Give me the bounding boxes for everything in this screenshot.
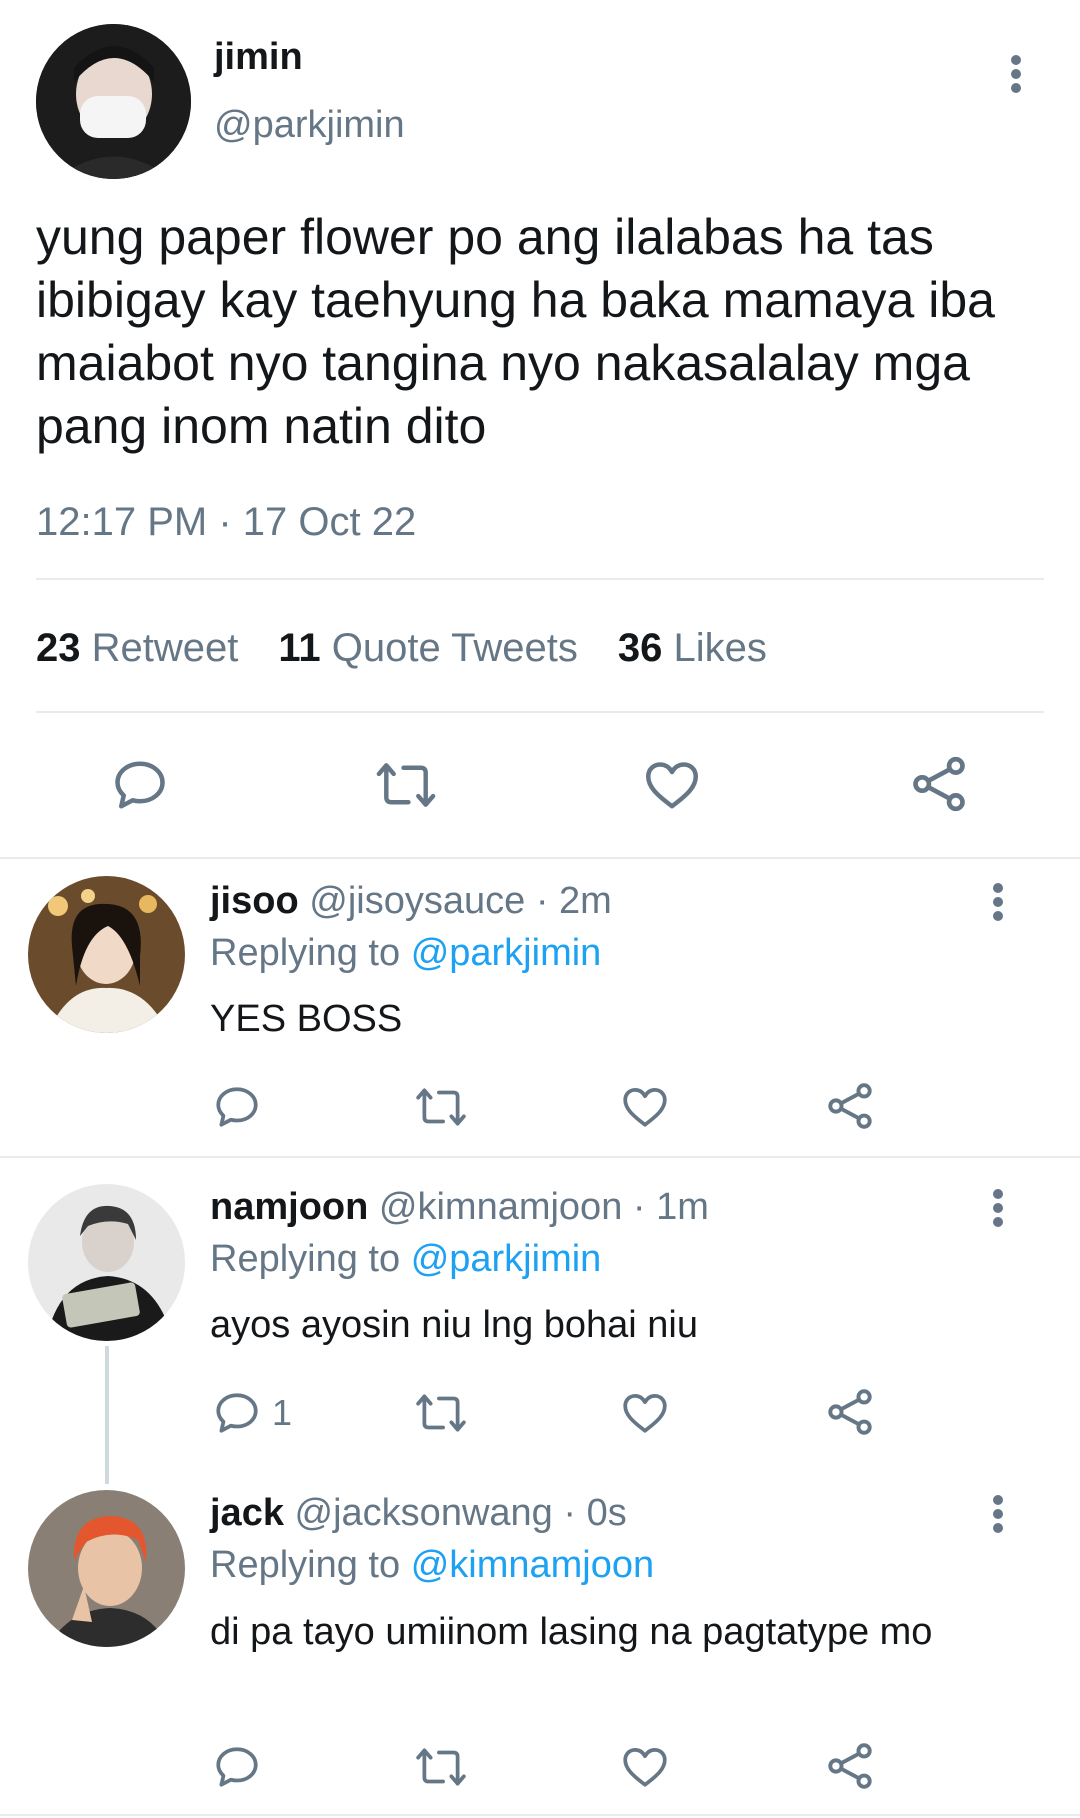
reply-text: di pa tayo umiinom lasing na pagtatype m… <box>210 1611 933 1653</box>
replying-to: Replying to @kimnamjoon <box>210 1544 654 1587</box>
retweet-stat[interactable]: 23 Retweet <box>36 626 238 671</box>
likes-label: Likes <box>673 626 767 670</box>
reply-icon[interactable] <box>212 1742 272 1792</box>
reply-time: · 0s <box>563 1492 627 1534</box>
replying-to-handle[interactable]: @kimnamjoon <box>411 1544 654 1586</box>
retweet-icon[interactable] <box>374 755 438 815</box>
likes-stat[interactable]: 36 Likes <box>618 626 767 671</box>
replying-to-handle[interactable]: @parkjimin <box>411 1238 602 1280</box>
retweet-icon[interactable] <box>414 1082 468 1132</box>
like-icon[interactable] <box>642 755 702 815</box>
share-icon[interactable] <box>908 753 970 815</box>
tweet-stats: 23 Retweet 11 Quote Tweets 36 Likes <box>36 626 767 671</box>
like-icon[interactable] <box>620 1742 670 1792</box>
quote-stat[interactable]: 11 Quote Tweets <box>278 626 578 671</box>
reply-author-name[interactable]: jisoo <box>210 880 299 922</box>
replying-to-label: Replying to <box>210 932 401 974</box>
quote-label: Quote Tweets <box>331 626 578 670</box>
divider <box>0 1814 1080 1816</box>
tweet-timestamp[interactable]: 12:17 PM · 17 Oct 22 <box>36 500 416 545</box>
divider <box>0 857 1080 859</box>
avatar-jimin[interactable] <box>36 24 191 179</box>
reply-author-handle[interactable]: @kimnamjoon <box>379 1186 622 1228</box>
replying-to-handle[interactable]: @parkjimin <box>411 932 602 974</box>
reply-text: YES BOSS <box>210 998 403 1040</box>
reply-icon[interactable] <box>110 755 170 815</box>
reply-text: ayos ayosin niu lng bohai niu <box>210 1304 699 1346</box>
more-vertical-icon[interactable] <box>996 44 1036 104</box>
reply-icon[interactable]: 1 <box>212 1388 292 1438</box>
reply-header: jisoo @jisoysauce · 2m <box>210 880 612 923</box>
avatar-jisoo[interactable] <box>28 876 185 1033</box>
like-icon[interactable] <box>620 1388 670 1438</box>
divider <box>0 1156 1080 1158</box>
retweet-count: 23 <box>36 626 81 670</box>
thread-connector-line <box>105 1346 109 1484</box>
retweet-label: Retweet <box>91 626 239 670</box>
reply-time: · 2m <box>535 880 612 922</box>
likes-count: 36 <box>617 626 663 670</box>
reply-header: namjoon @kimnamjoon · 1m <box>210 1186 709 1229</box>
share-icon[interactable] <box>824 1740 876 1792</box>
avatar-namjoon[interactable] <box>28 1184 185 1341</box>
reply-author-handle[interactable]: @jacksonwang <box>295 1492 553 1534</box>
replying-to: Replying to @parkjimin <box>210 1238 601 1281</box>
reply-icon[interactable] <box>212 1082 272 1132</box>
more-vertical-icon[interactable] <box>978 1178 1018 1238</box>
replying-to: Replying to @parkjimin <box>210 932 601 975</box>
share-icon[interactable] <box>824 1386 876 1438</box>
reply-author-name[interactable]: jack <box>210 1492 284 1534</box>
replying-to-label: Replying to <box>210 1544 401 1586</box>
retweet-icon[interactable] <box>414 1388 468 1438</box>
divider <box>36 578 1044 580</box>
reply-author-handle[interactable]: @jisoysauce <box>309 880 525 922</box>
reply-time: · 1m <box>632 1186 709 1228</box>
reply-author-name[interactable]: namjoon <box>210 1186 368 1228</box>
author-handle[interactable]: @parkjimin <box>214 104 405 147</box>
reply-header: jack @jacksonwang · 0s <box>210 1492 627 1535</box>
replying-to-label: Replying to <box>210 1238 401 1280</box>
avatar-jack[interactable] <box>28 1490 185 1647</box>
more-vertical-icon[interactable] <box>978 872 1018 932</box>
reply-count: 1 <box>272 1392 293 1433</box>
quote-count: 11 <box>278 626 321 670</box>
more-vertical-icon[interactable] <box>978 1484 1018 1544</box>
retweet-icon[interactable] <box>414 1742 468 1792</box>
divider <box>36 711 1044 713</box>
share-icon[interactable] <box>824 1080 876 1132</box>
author-name[interactable]: jimin <box>214 36 303 79</box>
tweet-text: yung paper flower po ang ilalabas ha tas… <box>36 209 995 454</box>
like-icon[interactable] <box>620 1082 670 1132</box>
